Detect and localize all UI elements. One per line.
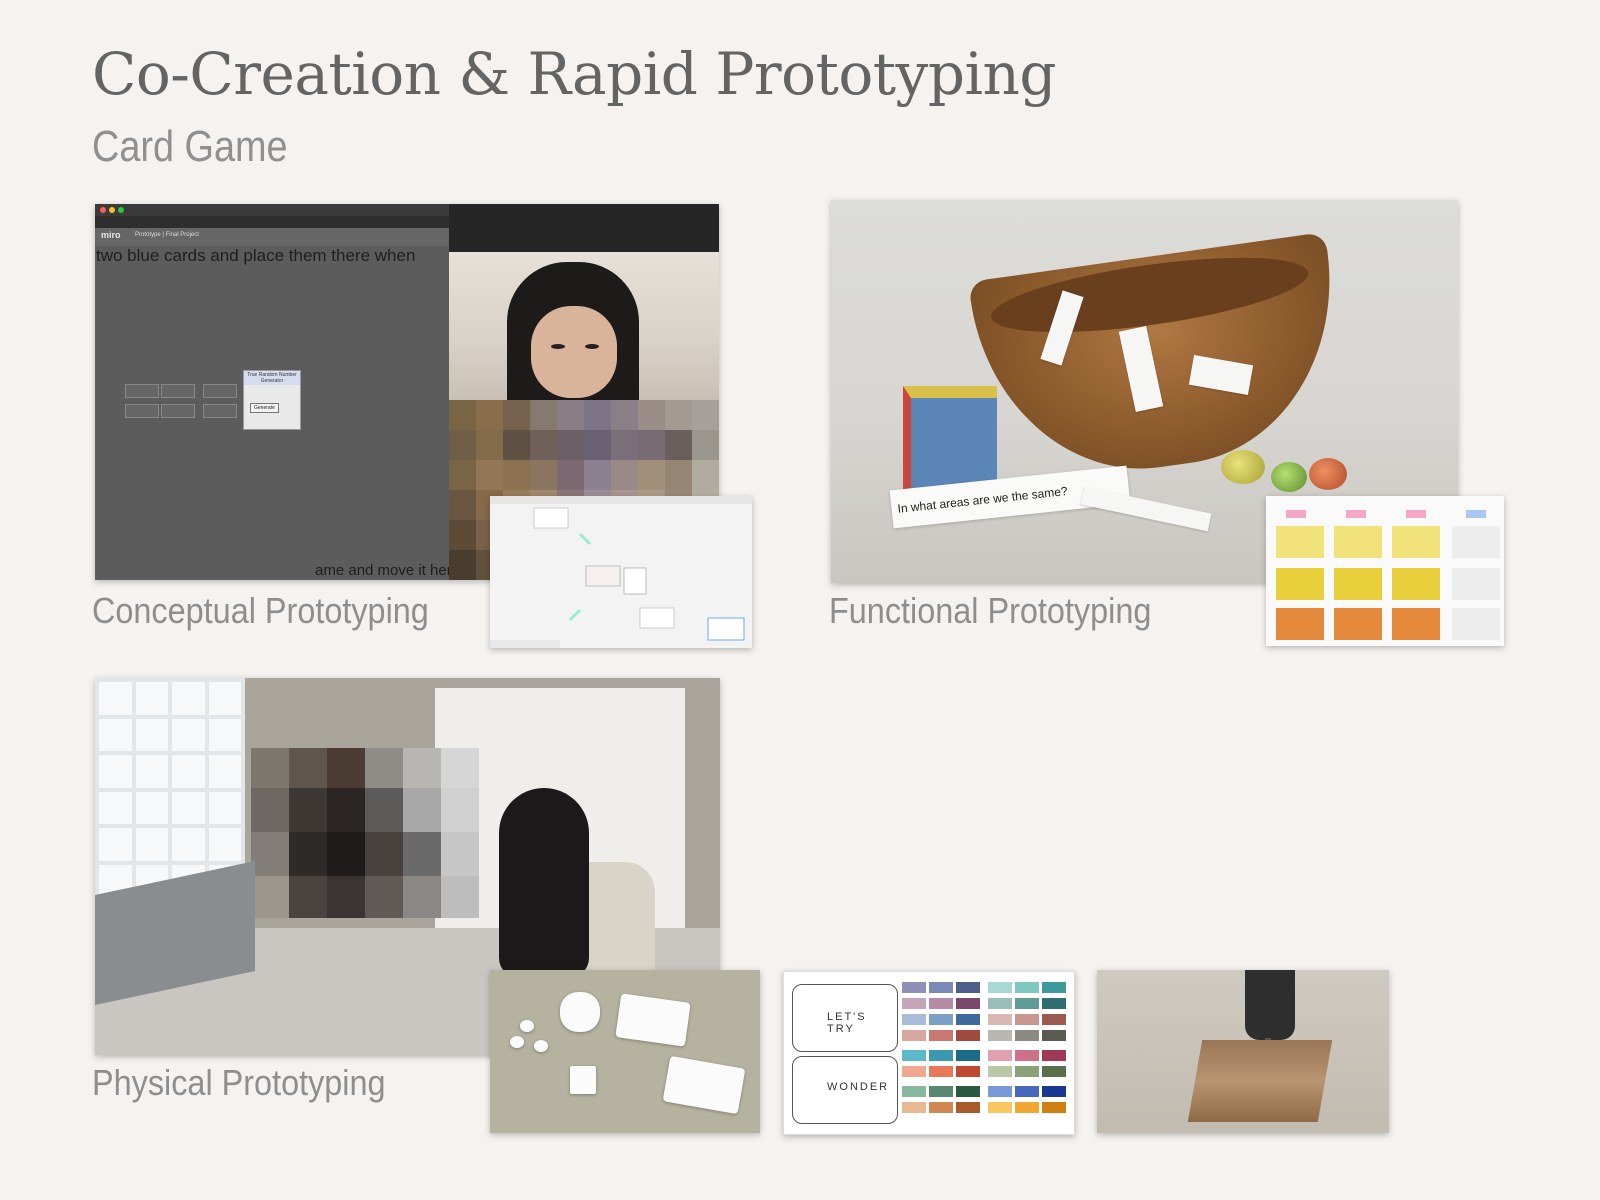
browser-tab-bar [95, 204, 449, 216]
conceptual-caption: Conceptual Prototyping [92, 590, 429, 631]
wonder-label: WONDER [827, 1081, 890, 1093]
mini-card [161, 404, 195, 418]
maximize-dot-icon [118, 207, 124, 213]
sticky-cluster [1334, 526, 1382, 558]
sticky-cluster [1276, 526, 1324, 558]
sticky-cluster [1452, 526, 1500, 558]
sticky-cluster [1452, 608, 1500, 640]
wood-block [1187, 1040, 1333, 1122]
sticky-cluster [1334, 568, 1382, 600]
paper-card [615, 993, 691, 1047]
browser-address-bar [95, 216, 449, 228]
paper-token [510, 1036, 524, 1048]
miro-board-thumbnail [490, 496, 752, 648]
card-color-palette: LET'S TRY WONDER [783, 971, 1075, 1135]
paper-cards-photo [490, 970, 760, 1133]
sticky-cluster [1392, 568, 1440, 600]
physical-caption: Physical Prototyping [92, 1062, 386, 1103]
random-number-dialog: True Random Number Generator Generate [243, 370, 301, 430]
column-label [1286, 510, 1306, 518]
marble [1221, 450, 1265, 484]
bowl-interior [987, 242, 1313, 347]
meet-tab-bar [449, 204, 719, 252]
pixelated-person [251, 748, 479, 918]
live-caption-top: two blue cards and place them there when [96, 246, 416, 265]
mini-card [203, 404, 237, 418]
miro-board-drawing [490, 496, 752, 648]
dialog-title: True Random Number Generator [244, 371, 300, 385]
close-dot-icon [100, 207, 106, 213]
miro-logo: miro [101, 230, 121, 240]
column-label [1346, 510, 1366, 518]
cnc-spindle [1245, 970, 1295, 1040]
miro-doc-title: Prototype | Final Project [135, 232, 199, 238]
paper-slip [1080, 486, 1212, 532]
paper-token [534, 1040, 548, 1052]
column-label [1406, 510, 1426, 518]
wonder-card: WONDER [792, 1056, 898, 1124]
lets-try-label: LET'S TRY [827, 1011, 867, 1035]
column-label [1466, 510, 1486, 518]
miro-board-pane: miro Prototype | Final Project two blue … [95, 204, 460, 580]
marble [1271, 462, 1307, 492]
mini-card [161, 384, 195, 398]
live-caption-bottom: ame and move it here [315, 562, 461, 579]
paper-token [570, 1066, 596, 1094]
paper-card [560, 992, 600, 1032]
sticky-cluster [1334, 608, 1382, 640]
sticky-cluster [1276, 608, 1324, 640]
paper-token [520, 1020, 534, 1032]
coconut-bowl [968, 231, 1354, 491]
marble [1309, 458, 1347, 490]
sticky-cluster [1276, 568, 1324, 600]
sticky-cluster [1452, 568, 1500, 600]
paper-card [662, 1055, 746, 1115]
minimize-dot-icon [109, 207, 115, 213]
page-title: Co-Creation & Rapid Prototyping [92, 40, 1057, 108]
page-subtitle: Card Game [92, 122, 288, 171]
participant-face [531, 306, 617, 398]
eye-shape [585, 344, 599, 349]
mini-card [203, 384, 237, 398]
mini-card [125, 384, 159, 398]
generate-button: Generate [250, 403, 279, 413]
lets-try-card: LET'S TRY [792, 984, 898, 1052]
functional-caption: Functional Prototyping [829, 590, 1152, 631]
cnc-milling-photo [1097, 970, 1389, 1133]
participant-video [449, 252, 719, 412]
eye-shape [551, 344, 565, 349]
sticky-cluster [1392, 608, 1440, 640]
person-hair [499, 788, 589, 978]
sticky-cluster [1392, 526, 1440, 558]
mini-card [125, 404, 159, 418]
color-swatch-grid [902, 982, 1066, 1113]
sticky-notes-board [1266, 496, 1504, 646]
